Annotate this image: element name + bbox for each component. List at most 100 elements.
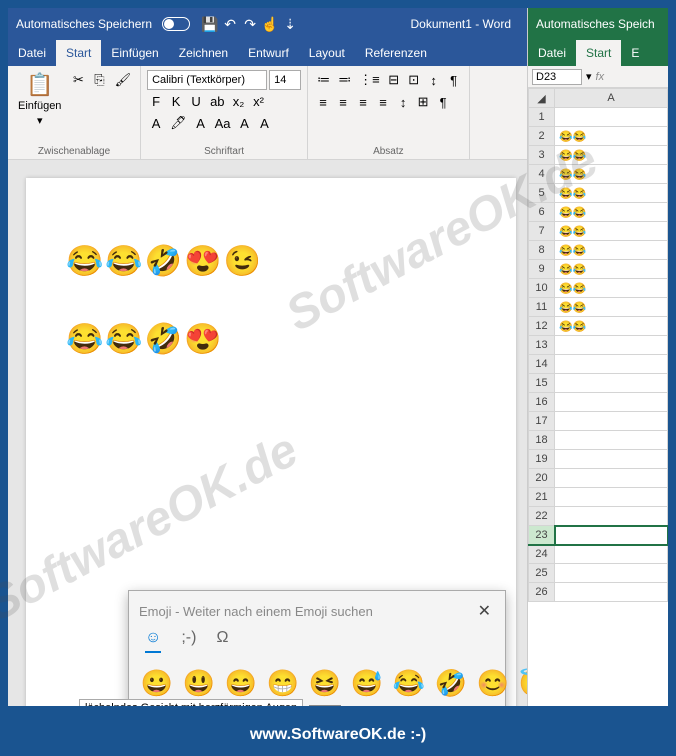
row-header[interactable]: 1: [529, 108, 555, 127]
para-btn-5[interactable]: ↕: [425, 71, 443, 90]
close-icon[interactable]: ✕: [474, 601, 495, 621]
row-header[interactable]: 23: [529, 526, 555, 545]
font-name-combo[interactable]: [147, 70, 267, 90]
emoji-tab-0[interactable]: ☺: [145, 629, 161, 653]
redo-icon[interactable]: ↷: [240, 16, 260, 33]
autosave-toggle[interactable]: [162, 17, 190, 31]
emoji-cell[interactable]: 🤣: [435, 667, 467, 699]
para-align-btn-1[interactable]: ≡: [334, 93, 352, 112]
cell[interactable]: 😂😂: [555, 317, 668, 336]
word-tab-layout[interactable]: Layout: [299, 40, 355, 66]
excel-tab-datei[interactable]: Datei: [528, 40, 576, 66]
cell[interactable]: 😂😂: [555, 222, 668, 241]
para-align-btn-0[interactable]: ≡: [314, 93, 332, 112]
font-color-btn-2[interactable]: A: [192, 114, 210, 133]
emoji-cell[interactable]: 😂: [393, 667, 425, 699]
word-tab-referenzen[interactable]: Referenzen: [355, 40, 437, 66]
emoji-cell[interactable]: 😊: [477, 667, 509, 699]
emoji-cell[interactable]: 😇: [519, 667, 527, 699]
row-header[interactable]: 25: [529, 564, 555, 583]
emoji-cell[interactable]: 😍: [309, 705, 341, 706]
cell[interactable]: [555, 393, 668, 412]
font-btn-2[interactable]: U: [187, 92, 205, 111]
font-btn-0[interactable]: F: [147, 92, 165, 111]
cell[interactable]: 😂😂: [555, 127, 668, 146]
undo-icon[interactable]: ↶: [220, 16, 240, 33]
font-btn-1[interactable]: K: [167, 92, 185, 111]
format-painter-button[interactable]: 🖌: [112, 70, 135, 90]
font-color-btn-0[interactable]: A: [147, 114, 165, 133]
touch-mode-icon[interactable]: ☝: [260, 16, 280, 33]
row-header[interactable]: 15: [529, 374, 555, 393]
row-header[interactable]: 7: [529, 222, 555, 241]
document-line[interactable]: 😂😂🤣😍😉: [66, 238, 476, 286]
emoji-cell[interactable]: 😚: [519, 705, 527, 706]
row-header[interactable]: 26: [529, 583, 555, 602]
row-header[interactable]: 14: [529, 355, 555, 374]
emoji-cell[interactable]: 😀: [141, 667, 173, 699]
row-header[interactable]: 8: [529, 241, 555, 260]
cell[interactable]: [555, 412, 668, 431]
row-header[interactable]: 19: [529, 450, 555, 469]
cell[interactable]: [555, 374, 668, 393]
emoji-cell[interactable]: 😅: [351, 667, 383, 699]
cell[interactable]: [555, 108, 668, 127]
row-header[interactable]: 22: [529, 507, 555, 526]
cell[interactable]: [555, 507, 668, 526]
cut-button[interactable]: ✂: [69, 70, 87, 90]
word-tab-datei[interactable]: Datei: [8, 40, 56, 66]
para-btn-4[interactable]: ⊡: [405, 70, 423, 90]
cell[interactable]: 😂😂: [555, 184, 668, 203]
emoji-search-placeholder[interactable]: Emoji - Weiter nach einem Emoji suchen: [139, 604, 474, 619]
para-btn-2[interactable]: ⋮≡: [356, 70, 383, 90]
cell[interactable]: [555, 564, 668, 583]
cell[interactable]: 😂😂: [555, 165, 668, 184]
cell[interactable]: 😂😂: [555, 298, 668, 317]
font-color-btn-5[interactable]: A: [256, 114, 274, 133]
cell[interactable]: [555, 450, 668, 469]
font-color-btn-4[interactable]: A: [236, 114, 254, 133]
emoji-cell[interactable]: 🥰: [351, 705, 383, 706]
font-btn-5[interactable]: x²: [250, 92, 268, 111]
row-header[interactable]: 17: [529, 412, 555, 431]
cell[interactable]: 😂😂: [555, 260, 668, 279]
name-box[interactable]: [532, 69, 582, 85]
qat-more-icon[interactable]: ⇣: [280, 16, 300, 33]
excel-tab-e[interactable]: E: [621, 40, 649, 66]
cell[interactable]: [555, 583, 668, 602]
emoji-cell[interactable]: 😄: [225, 667, 257, 699]
para-btn-6[interactable]: ¶: [445, 71, 463, 90]
font-color-btn-1[interactable]: 🖊: [167, 113, 190, 133]
para-btn-0[interactable]: ≔: [314, 70, 333, 90]
cell[interactable]: 😂😂: [555, 279, 668, 298]
excel-tab-start[interactable]: Start: [576, 40, 621, 66]
emoji-cell[interactable]: 😆: [309, 667, 341, 699]
row-header[interactable]: 18: [529, 431, 555, 450]
row-header[interactable]: 10: [529, 279, 555, 298]
row-header[interactable]: 24: [529, 545, 555, 564]
font-size-combo[interactable]: [269, 70, 301, 90]
copy-button[interactable]: ⎘: [91, 70, 109, 90]
emoji-tab-2[interactable]: Ω: [216, 629, 228, 653]
save-icon[interactable]: 💾: [200, 16, 220, 33]
cell[interactable]: [555, 355, 668, 374]
emoji-cell[interactable]: 😃: [183, 667, 215, 699]
cell[interactable]: 😂😂: [555, 241, 668, 260]
para-align-btn-5[interactable]: ⊞: [414, 92, 432, 112]
para-align-btn-2[interactable]: ≡: [354, 93, 372, 112]
emoji-cell[interactable]: 😗: [435, 705, 467, 706]
row-header[interactable]: 11: [529, 298, 555, 317]
select-all-cell[interactable]: ◢: [529, 89, 555, 108]
name-box-dropdown-icon[interactable]: ▾: [586, 70, 592, 83]
font-btn-4[interactable]: x₂: [230, 92, 248, 111]
emoji-cell[interactable]: 😁: [267, 667, 299, 699]
row-header[interactable]: 2: [529, 127, 555, 146]
cell[interactable]: [555, 526, 668, 545]
row-header[interactable]: 16: [529, 393, 555, 412]
font-color-btn-3[interactable]: Aa: [212, 114, 234, 133]
row-header[interactable]: 13: [529, 336, 555, 355]
para-align-btn-3[interactable]: ≡: [374, 93, 392, 112]
word-tab-entwurf[interactable]: Entwurf: [238, 40, 299, 66]
cell[interactable]: 😂😂: [555, 203, 668, 222]
document-line[interactable]: 😂😂🤣😍: [66, 316, 476, 364]
